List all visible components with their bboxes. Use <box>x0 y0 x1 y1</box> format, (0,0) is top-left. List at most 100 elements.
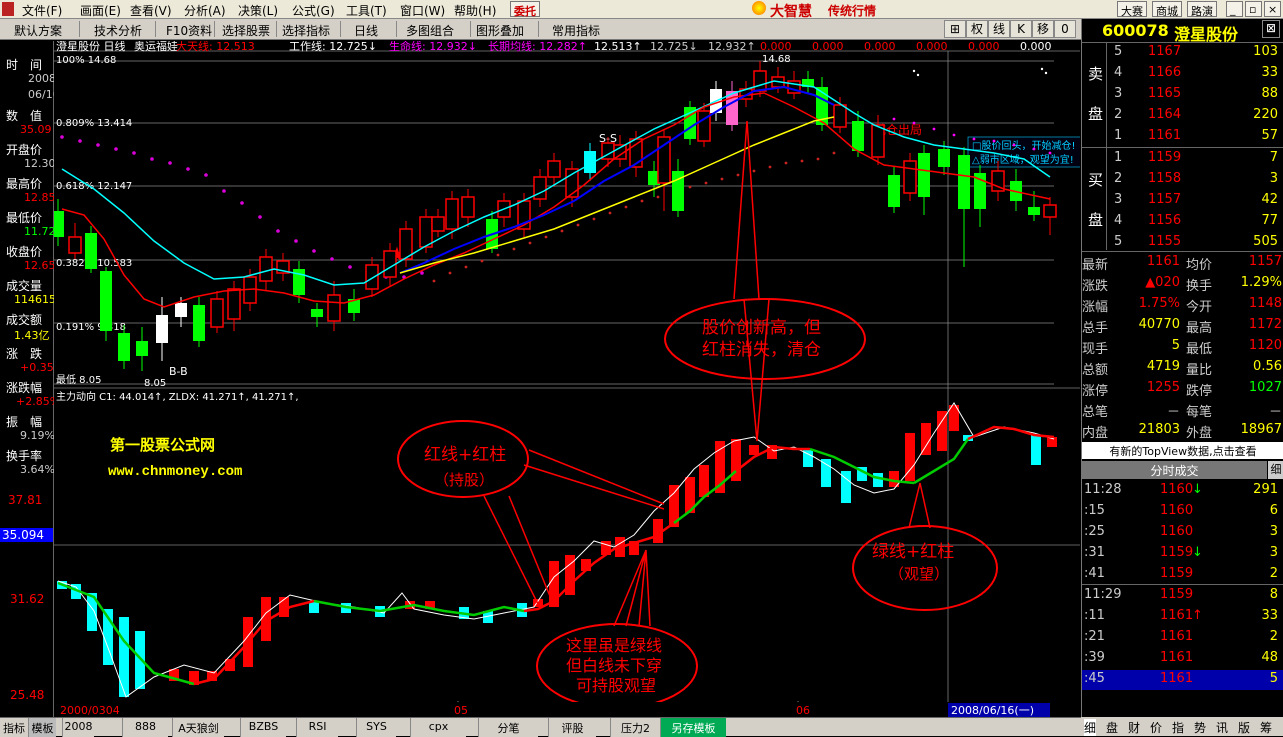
indicator-tab[interactable]: 另存模板 <box>660 718 726 737</box>
sell-price[interactable]: 1167 <box>1148 44 1181 59</box>
chart-title-z2: 0.000 <box>812 41 844 53</box>
roadshow-button[interactable]: 路演 <box>1187 1 1217 18</box>
default-scheme-button[interactable]: 默认方案 <box>14 22 62 39</box>
indicator-tab[interactable]: 2008 <box>62 718 94 737</box>
ticks-detail-button[interactable]: 细 <box>1268 461 1283 479</box>
menu-window[interactable]: 窗口(W) <box>400 2 445 19</box>
indicator-tab[interactable]: BZBS <box>240 718 286 737</box>
indicator-bar <box>119 617 129 697</box>
sell-price[interactable]: 1166 <box>1148 65 1181 80</box>
fib-label-100: 100% 14.68 <box>56 55 116 66</box>
divider <box>1106 42 1107 250</box>
indicator-tab[interactable]: SYS <box>356 718 396 737</box>
kline-button[interactable]: K <box>1010 20 1032 38</box>
menu-view[interactable]: 查看(V) <box>130 2 172 19</box>
entrust-button[interactable]: 委托 <box>510 1 540 18</box>
stat-label: 均价 <box>1186 258 1213 273</box>
select-stock-button[interactable]: 选择股票 <box>222 22 270 39</box>
candle-body <box>938 149 950 167</box>
buy-price[interactable]: 1158 <box>1148 171 1181 186</box>
right-tab[interactable]: 讯 <box>1216 719 1228 736</box>
menu-decision[interactable]: 决策(L) <box>238 2 278 19</box>
annotation-watch-text: （观望） <box>889 565 949 583</box>
right-tab[interactable]: 盘 <box>1106 719 1118 736</box>
right-tab[interactable]: 指 <box>1172 719 1184 736</box>
psar-dot <box>348 265 352 269</box>
daily-button[interactable]: 日线 <box>354 22 378 39</box>
buy-price[interactable]: 1159 <box>1148 150 1181 165</box>
menu-file[interactable]: 文件(F) <box>22 2 62 19</box>
chart-title-z6: 0.000 <box>1020 41 1052 53</box>
sell-level: 5 <box>1114 44 1123 59</box>
minimize-button[interactable]: _ <box>1226 1 1243 17</box>
tick-time: :25 <box>1084 524 1105 539</box>
candle-body <box>565 168 579 198</box>
sell-price[interactable]: 1164 <box>1148 107 1181 122</box>
buy-label-2: 盘 <box>1088 211 1104 229</box>
expand-icon[interactable]: ⊠ <box>1262 20 1280 38</box>
stat-value: 5 <box>1171 338 1180 353</box>
restore-button[interactable]: ▫ <box>1245 1 1262 17</box>
candle-body <box>871 124 885 158</box>
brand-subtitle: 传统行情 <box>828 4 877 18</box>
stat-value: 1120 <box>1248 338 1282 353</box>
right-tab[interactable]: 筹 <box>1260 719 1272 736</box>
topview-notice[interactable]: 有新的TopView数据,点击查看 <box>1082 442 1283 459</box>
chart-canvas[interactable]: 澄星股份 日线 奥运福娃 大天线: 12.513 工作线: 12.725↓ 生命… <box>54 41 1080 717</box>
buy-price[interactable]: 1156 <box>1148 213 1181 228</box>
menu-analysis[interactable]: 分析(A) <box>184 2 226 19</box>
tech-analysis-button[interactable]: 技术分析 <box>94 22 142 39</box>
multi-chart-button[interactable]: 多图组合 <box>406 22 454 39</box>
buy-price[interactable]: 1157 <box>1148 192 1181 207</box>
price-tick-current: 35.094 <box>0 528 53 542</box>
annotation-bottom-2: 但白线未下穿 <box>566 656 662 675</box>
grid-toggle-button[interactable]: ⊞ <box>944 20 966 38</box>
zero-button[interactable]: 0 <box>1054 20 1076 38</box>
sell-volume: 88 <box>1261 86 1278 101</box>
move-button[interactable]: 移 <box>1032 20 1054 38</box>
right-tab[interactable]: 财 <box>1128 719 1140 736</box>
indicator-title: 主力动向 C1: 44.014↑, ZLDX: 41.271↑, 41.271↑… <box>56 390 299 403</box>
indicator-tab[interactable]: cpx <box>410 718 466 737</box>
annotation-bottom-1: 这里虽是绿线 <box>566 636 662 655</box>
right-tab[interactable]: 价 <box>1150 719 1162 736</box>
indicator-tab[interactable]: 评股 <box>548 718 596 737</box>
right-tab[interactable]: 势 <box>1194 719 1206 736</box>
tick-volume: 48 <box>1261 650 1278 665</box>
line-button[interactable]: 线 <box>988 20 1010 38</box>
contest-button[interactable]: 大赛 <box>1117 1 1147 18</box>
stat-value: 1.29% <box>1240 275 1282 290</box>
indicator-tab[interactable]: 分笔 <box>478 718 538 737</box>
common-indicator-button[interactable]: 常用指标 <box>552 22 600 39</box>
close-button[interactable]: × <box>1264 1 1281 17</box>
indicator-tab[interactable]: A天狼剑 <box>172 718 224 737</box>
psar-dot <box>608 211 612 215</box>
menu-help[interactable]: 帮助(H) <box>454 2 496 19</box>
indicator-tab[interactable]: 888 <box>122 718 168 737</box>
menu-screen[interactable]: 画面(E) <box>80 2 121 19</box>
chart-title-z5: 0.000 <box>968 41 1000 53</box>
bb-signal: B-B <box>169 365 188 378</box>
indicator-tab[interactable]: 指标 <box>0 718 28 737</box>
menu-formula[interactable]: 公式(G) <box>292 2 335 19</box>
mall-button[interactable]: 商城 <box>1152 1 1182 18</box>
rights-button[interactable]: 权 <box>966 20 988 38</box>
menu-tools[interactable]: 工具(T) <box>346 2 387 19</box>
indicator-tab[interactable]: 模板 <box>28 718 56 737</box>
sell-price[interactable]: 1165 <box>1148 86 1181 101</box>
right-tab[interactable]: 细 <box>1084 719 1097 736</box>
indicator-tab[interactable]: RSI <box>296 718 338 737</box>
date-axis <box>54 702 1080 717</box>
psar-dot <box>592 217 596 221</box>
chart-title-v1: 12.513↑ <box>594 41 642 53</box>
overlay-button[interactable]: 图形叠加 <box>476 22 524 39</box>
indicator-tab[interactable]: 压力2 <box>610 718 660 737</box>
stat-label: 涨停 <box>1082 384 1109 399</box>
f10-button[interactable]: F10资料 <box>166 22 212 39</box>
stock-code: 600078 <box>1102 21 1169 40</box>
select-indicator-button[interactable]: 选择指标 <box>282 22 330 39</box>
right-tab[interactable]: 版 <box>1238 719 1250 736</box>
buy-price[interactable]: 1155 <box>1148 234 1181 249</box>
sell-price[interactable]: 1161 <box>1148 128 1181 143</box>
tick-time: :39 <box>1084 650 1105 665</box>
